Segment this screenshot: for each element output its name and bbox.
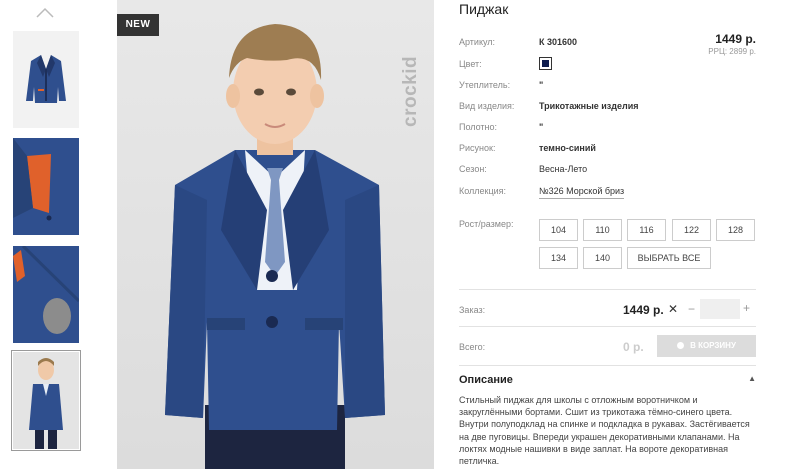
product-info-panel: Пиджак 1449 р. РРЦ: 2899 р. Артикул: К 3… [459,0,759,469]
attribute-label: Коллекция: [459,186,507,196]
attribute-label: Полотно: [459,122,498,132]
increment-button[interactable]: + [743,301,750,315]
thumbnail-elbow-patch[interactable] [13,246,79,343]
order-unit-price: 1449 р. [623,303,664,317]
attribute-value: Весна-Лето [539,164,588,174]
size-label: Рост/размер: [459,219,514,229]
product-main-image: NEW crockid [117,0,434,469]
divider [459,326,756,327]
attribute-label: Рисунок: [459,143,496,153]
quantity-input[interactable] [700,299,740,319]
attribute-value: " [539,80,544,90]
attribute-label: Артикул: [459,37,496,47]
description-text: Стильный пиджак для школы с отложным вор… [459,395,750,467]
times-icon: ✕ [668,302,679,316]
collection-link[interactable]: №326 Морской бриз [539,186,625,199]
chevron-up-icon[interactable] [36,6,54,18]
add-to-cart-button[interactable]: В КОРЗИНУ [657,335,756,357]
thumbnail-boy-full[interactable] [11,350,81,451]
attribute-label: Цвет: [459,59,482,69]
size-option-122[interactable]: 122 [672,219,711,241]
brand-watermark: crockid [398,12,424,127]
size-option-116[interactable]: 116 [627,219,666,241]
select-all-sizes-button[interactable]: ВЫБРАТЬ ВСЕ [627,247,711,269]
attribute-value: Трикотажные изделия [539,101,639,111]
attribute-value: " [539,122,544,132]
color-swatch[interactable] [539,57,552,70]
description-title[interactable]: Описание [459,374,513,386]
divider [459,289,756,290]
size-option-134[interactable]: 134 [539,247,578,269]
thumbnail-gallery [0,0,100,469]
new-badge: NEW [117,14,159,36]
size-option-110[interactable]: 110 [583,219,622,241]
color-swatch-fill [542,60,549,67]
size-option-140[interactable]: 140 [583,247,622,269]
add-to-cart-label: В КОРЗИНУ [690,341,736,350]
attribute-label: Сезон: [459,164,487,174]
total-value: 0 р. [623,340,644,354]
brand-logo: crockid [400,55,421,127]
size-option-104[interactable]: 104 [539,219,578,241]
product-title: Пиджак [459,1,509,17]
thumbnail-jacket-lining[interactable] [13,138,79,235]
attribute-value: темно-синий [539,143,596,153]
total-label: Всего: [459,342,486,352]
divider [459,365,756,366]
size-option-128[interactable]: 128 [716,219,755,241]
attribute-label: Утеплитель: [459,80,511,90]
attribute-value: К 301600 [539,37,578,47]
attribute-label: Вид изделия: [459,101,515,111]
order-label: Заказ: [459,305,486,315]
thumbnail-jacket-front[interactable] [13,31,79,128]
recommended-retail-price: РРЦ: 2899 р. [708,47,756,56]
product-price: 1449 р. [715,32,756,46]
collapse-toggle-icon[interactable]: ▲ [748,374,756,383]
boy-in-jacket-illustration [165,24,385,469]
cart-icon [677,342,685,350]
decrement-button[interactable]: − [688,302,695,316]
